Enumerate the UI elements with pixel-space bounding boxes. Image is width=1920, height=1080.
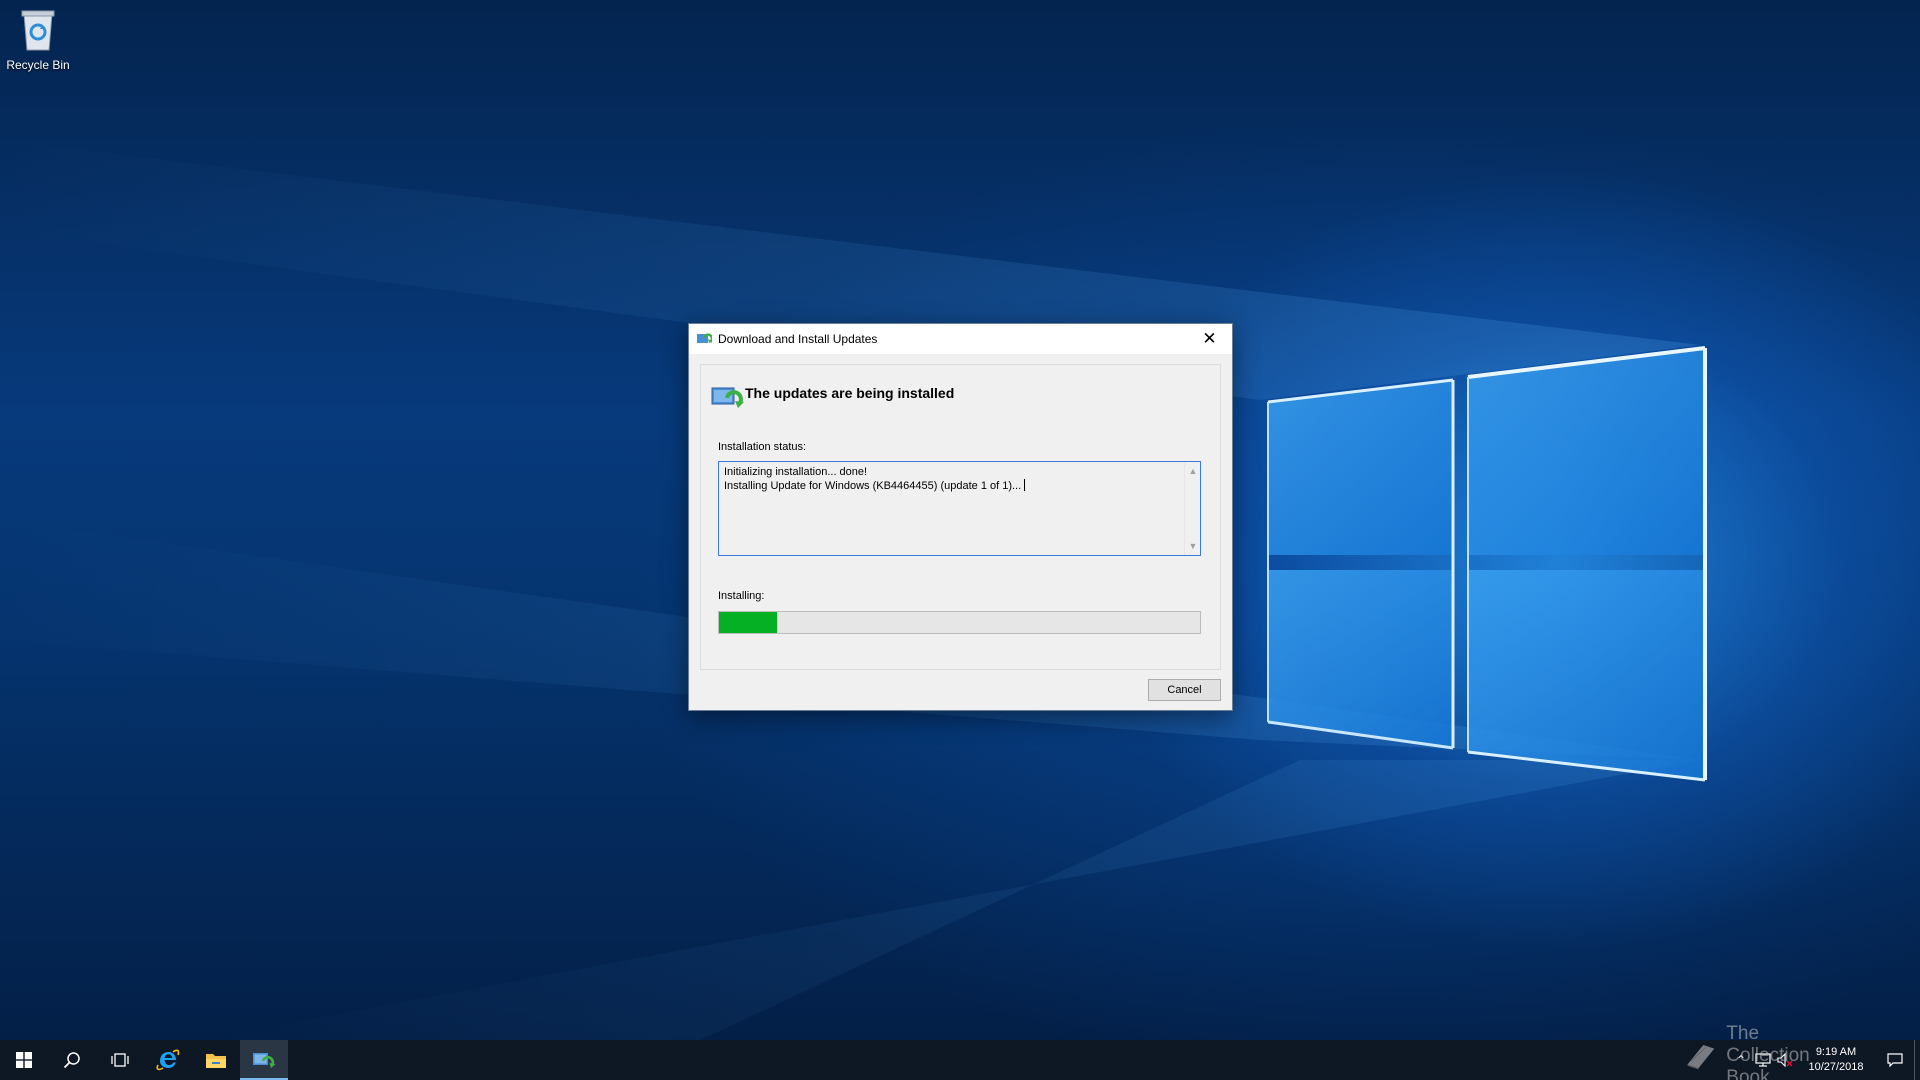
notification-icon <box>1887 1053 1903 1067</box>
recycle-bin-icon <box>21 10 55 51</box>
internet-explorer-button[interactable] <box>144 1040 192 1080</box>
action-center-button[interactable] <box>1876 1040 1914 1080</box>
show-desktop-button[interactable] <box>1914 1040 1920 1080</box>
progress-fill <box>719 612 777 633</box>
update-install-icon <box>711 387 744 408</box>
dialog-content-panel: The updates are being installed Installa… <box>700 364 1221 670</box>
task-view-icon <box>111 1053 129 1067</box>
task-view-button[interactable] <box>96 1040 144 1080</box>
dialog-titlebar[interactable]: Download and Install Updates ✕ <box>689 324 1232 354</box>
recycle-bin-shortcut[interactable]: Recycle Bin <box>4 8 72 78</box>
scroll-down-icon[interactable]: ▼ <box>1185 539 1201 553</box>
start-icon <box>16 1052 32 1068</box>
search-button[interactable] <box>48 1040 96 1080</box>
close-button[interactable]: ✕ <box>1187 324 1232 354</box>
recycle-bin-label: Recycle Bin <box>6 58 70 72</box>
file-explorer-icon <box>206 1054 226 1068</box>
status-scrollbar[interactable]: ▲ ▼ <box>1184 462 1200 555</box>
taskbar: The Collection Book ⌃ 9:19 AM 10/27/2018 <box>0 1023 1920 1080</box>
status-line: Installing Update for Windows (KB4464455… <box>724 480 1022 492</box>
scroll-up-icon[interactable]: ▲ <box>1185 464 1201 478</box>
dialog-title: Download and Install Updates <box>718 332 878 346</box>
cancel-button[interactable]: Cancel <box>1148 679 1221 701</box>
install-updates-dialog: Download and Install Updates ✕ The updat… <box>688 323 1233 711</box>
install-progress-bar <box>718 611 1201 634</box>
status-line: Initializing installation... done! <box>724 466 868 478</box>
installation-status-label: Installation status: <box>718 441 807 453</box>
watermark: The Collection Book <box>1685 1023 1830 1080</box>
book-icon <box>1687 1045 1714 1070</box>
close-icon: ✕ <box>1202 329 1217 348</box>
watermark-text: The Collection Book <box>1726 1023 1810 1080</box>
text-caret <box>1024 479 1026 491</box>
system-tray: The Collection Book ⌃ 9:19 AM 10/27/2018 <box>1687 1023 1920 1080</box>
file-explorer-button[interactable] <box>192 1040 240 1080</box>
windows-update-taskbar-button[interactable] <box>240 1040 288 1080</box>
installation-status-textbox[interactable]: Initializing installation... done! Insta… <box>718 461 1201 556</box>
windows-update-icon <box>697 333 712 344</box>
search-icon <box>63 1052 80 1069</box>
windows-update-icon <box>253 1053 276 1068</box>
internet-explorer-icon <box>156 1049 180 1071</box>
installing-label: Installing: <box>718 590 765 602</box>
dialog-heading: The updates are being installed <box>745 385 955 401</box>
start-button[interactable] <box>0 1040 48 1080</box>
